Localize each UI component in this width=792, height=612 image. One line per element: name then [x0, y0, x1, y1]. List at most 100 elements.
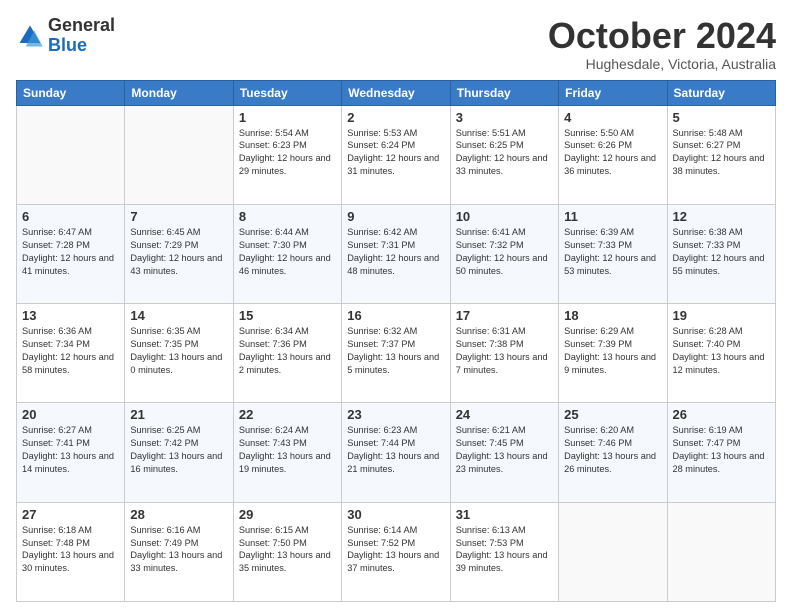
day-info: Sunrise: 6:42 AM Sunset: 7:31 PM Dayligh…	[347, 226, 444, 278]
day-number: 27	[22, 507, 119, 522]
calendar: Sunday Monday Tuesday Wednesday Thursday…	[16, 80, 776, 602]
day-info: Sunrise: 6:18 AM Sunset: 7:48 PM Dayligh…	[22, 524, 119, 576]
calendar-cell: 24 Sunrise: 6:21 AM Sunset: 7:45 PM Dayli…	[450, 403, 558, 502]
calendar-cell: 31Sunrise: 6:13 AM Sunset: 7:53 PM Dayli…	[450, 502, 558, 601]
col-tuesday: Tuesday	[233, 80, 341, 105]
day-number: 13	[22, 308, 119, 323]
col-friday: Friday	[559, 80, 667, 105]
calendar-cell: 8 Sunrise: 6:44 AM Sunset: 7:30 PM Daylig…	[233, 204, 341, 303]
calendar-cell: 15 Sunrise: 6:34 AM Sunset: 7:36 PM Dayli…	[233, 304, 341, 403]
day-number: 15	[239, 308, 336, 323]
calendar-cell: 13 Sunrise: 6:36 AM Sunset: 7:34 PM Dayli…	[17, 304, 125, 403]
calendar-cell: 9 Sunrise: 6:42 AM Sunset: 7:31 PM Daylig…	[342, 204, 450, 303]
day-info: Sunrise: 6:25 AM Sunset: 7:42 PM Dayligh…	[130, 424, 227, 476]
calendar-cell: 29 Sunrise: 6:15 AM Sunset: 7:50 PM Dayli…	[233, 502, 341, 601]
day-info: Sunrise: 6:34 AM Sunset: 7:36 PM Dayligh…	[239, 325, 336, 377]
calendar-cell: 17Sunrise: 6:31 AM Sunset: 7:38 PM Dayli…	[450, 304, 558, 403]
calendar-header: Sunday Monday Tuesday Wednesday Thursday…	[17, 80, 776, 105]
calendar-cell: 12 Sunrise: 6:38 AM Sunset: 7:33 PM Dayli…	[667, 204, 775, 303]
day-number: 16	[347, 308, 444, 323]
day-number: 8	[239, 209, 336, 224]
calendar-cell: 2Sunrise: 5:53 AM Sunset: 6:24 PM Daylig…	[342, 105, 450, 204]
month-title: October 2024	[548, 16, 776, 56]
calendar-cell: 16Sunrise: 6:32 AM Sunset: 7:37 PM Dayli…	[342, 304, 450, 403]
col-monday: Monday	[125, 80, 233, 105]
day-info: Sunrise: 6:36 AM Sunset: 7:34 PM Dayligh…	[22, 325, 119, 377]
calendar-cell: 14Sunrise: 6:35 AM Sunset: 7:35 PM Dayli…	[125, 304, 233, 403]
day-info: Sunrise: 6:45 AM Sunset: 7:29 PM Dayligh…	[130, 226, 227, 278]
day-number: 6	[22, 209, 119, 224]
day-info: Sunrise: 6:39 AM Sunset: 7:33 PM Dayligh…	[564, 226, 661, 278]
day-info: Sunrise: 6:19 AM Sunset: 7:47 PM Dayligh…	[673, 424, 770, 476]
day-number: 1	[239, 110, 336, 125]
day-number: 19	[673, 308, 770, 323]
page: General Blue October 2024 Hughesdale, Vi…	[0, 0, 792, 612]
title-section: October 2024 Hughesdale, Victoria, Austr…	[548, 16, 776, 72]
day-info: Sunrise: 6:27 AM Sunset: 7:41 PM Dayligh…	[22, 424, 119, 476]
day-info: Sunrise: 5:50 AM Sunset: 6:26 PM Dayligh…	[564, 127, 661, 179]
day-info: Sunrise: 6:16 AM Sunset: 7:49 PM Dayligh…	[130, 524, 227, 576]
day-info: Sunrise: 6:47 AM Sunset: 7:28 PM Dayligh…	[22, 226, 119, 278]
day-number: 14	[130, 308, 227, 323]
calendar-cell: 1 Sunrise: 5:54 AM Sunset: 6:23 PM Daylig…	[233, 105, 341, 204]
calendar-cell: 11Sunrise: 6:39 AM Sunset: 7:33 PM Dayli…	[559, 204, 667, 303]
day-number: 3	[456, 110, 553, 125]
calendar-cell: 7 Sunrise: 6:45 AM Sunset: 7:29 PM Daylig…	[125, 204, 233, 303]
day-number: 29	[239, 507, 336, 522]
day-number: 25	[564, 407, 661, 422]
col-wednesday: Wednesday	[342, 80, 450, 105]
logo-blue: Blue	[48, 35, 87, 55]
calendar-cell: 23Sunrise: 6:23 AM Sunset: 7:44 PM Dayli…	[342, 403, 450, 502]
calendar-body: 1 Sunrise: 5:54 AM Sunset: 6:23 PM Daylig…	[17, 105, 776, 601]
day-info: Sunrise: 5:53 AM Sunset: 6:24 PM Dayligh…	[347, 127, 444, 179]
logo-text: General Blue	[48, 16, 115, 56]
day-info: Sunrise: 6:41 AM Sunset: 7:32 PM Dayligh…	[456, 226, 553, 278]
day-number: 20	[22, 407, 119, 422]
calendar-week-4: 27 Sunrise: 6:18 AM Sunset: 7:48 PM Dayli…	[17, 502, 776, 601]
day-info: Sunrise: 5:48 AM Sunset: 6:27 PM Dayligh…	[673, 127, 770, 179]
calendar-week-3: 20 Sunrise: 6:27 AM Sunset: 7:41 PM Dayli…	[17, 403, 776, 502]
day-info: Sunrise: 5:51 AM Sunset: 6:25 PM Dayligh…	[456, 127, 553, 179]
day-number: 22	[239, 407, 336, 422]
day-number: 9	[347, 209, 444, 224]
calendar-cell: 27 Sunrise: 6:18 AM Sunset: 7:48 PM Dayli…	[17, 502, 125, 601]
logo: General Blue	[16, 16, 115, 56]
day-number: 4	[564, 110, 661, 125]
day-number: 30	[347, 507, 444, 522]
header: General Blue October 2024 Hughesdale, Vi…	[16, 16, 776, 72]
day-info: Sunrise: 6:21 AM Sunset: 7:45 PM Dayligh…	[456, 424, 553, 476]
day-info: Sunrise: 5:54 AM Sunset: 6:23 PM Dayligh…	[239, 127, 336, 179]
calendar-cell	[17, 105, 125, 204]
day-info: Sunrise: 6:14 AM Sunset: 7:52 PM Dayligh…	[347, 524, 444, 576]
calendar-cell: 5Sunrise: 5:48 AM Sunset: 6:27 PM Daylig…	[667, 105, 775, 204]
calendar-cell: 28 Sunrise: 6:16 AM Sunset: 7:49 PM Dayli…	[125, 502, 233, 601]
calendar-cell: 22 Sunrise: 6:24 AM Sunset: 7:43 PM Dayli…	[233, 403, 341, 502]
calendar-week-0: 1 Sunrise: 5:54 AM Sunset: 6:23 PM Daylig…	[17, 105, 776, 204]
day-number: 28	[130, 507, 227, 522]
col-sunday: Sunday	[17, 80, 125, 105]
calendar-cell	[125, 105, 233, 204]
day-number: 7	[130, 209, 227, 224]
day-number: 12	[673, 209, 770, 224]
day-info: Sunrise: 6:44 AM Sunset: 7:30 PM Dayligh…	[239, 226, 336, 278]
calendar-cell: 4 Sunrise: 5:50 AM Sunset: 6:26 PM Daylig…	[559, 105, 667, 204]
calendar-week-2: 13 Sunrise: 6:36 AM Sunset: 7:34 PM Dayli…	[17, 304, 776, 403]
location: Hughesdale, Victoria, Australia	[548, 56, 776, 72]
day-number: 10	[456, 209, 553, 224]
day-info: Sunrise: 6:29 AM Sunset: 7:39 PM Dayligh…	[564, 325, 661, 377]
calendar-cell: 18 Sunrise: 6:29 AM Sunset: 7:39 PM Dayli…	[559, 304, 667, 403]
header-row: Sunday Monday Tuesday Wednesday Thursday…	[17, 80, 776, 105]
calendar-week-1: 6 Sunrise: 6:47 AM Sunset: 7:28 PM Daylig…	[17, 204, 776, 303]
day-info: Sunrise: 6:15 AM Sunset: 7:50 PM Dayligh…	[239, 524, 336, 576]
day-info: Sunrise: 6:24 AM Sunset: 7:43 PM Dayligh…	[239, 424, 336, 476]
day-info: Sunrise: 6:38 AM Sunset: 7:33 PM Dayligh…	[673, 226, 770, 278]
day-number: 24	[456, 407, 553, 422]
calendar-cell: 26 Sunrise: 6:19 AM Sunset: 7:47 PM Dayli…	[667, 403, 775, 502]
col-thursday: Thursday	[450, 80, 558, 105]
day-number: 18	[564, 308, 661, 323]
calendar-cell	[667, 502, 775, 601]
day-info: Sunrise: 6:20 AM Sunset: 7:46 PM Dayligh…	[564, 424, 661, 476]
day-number: 26	[673, 407, 770, 422]
day-info: Sunrise: 6:23 AM Sunset: 7:44 PM Dayligh…	[347, 424, 444, 476]
day-number: 17	[456, 308, 553, 323]
